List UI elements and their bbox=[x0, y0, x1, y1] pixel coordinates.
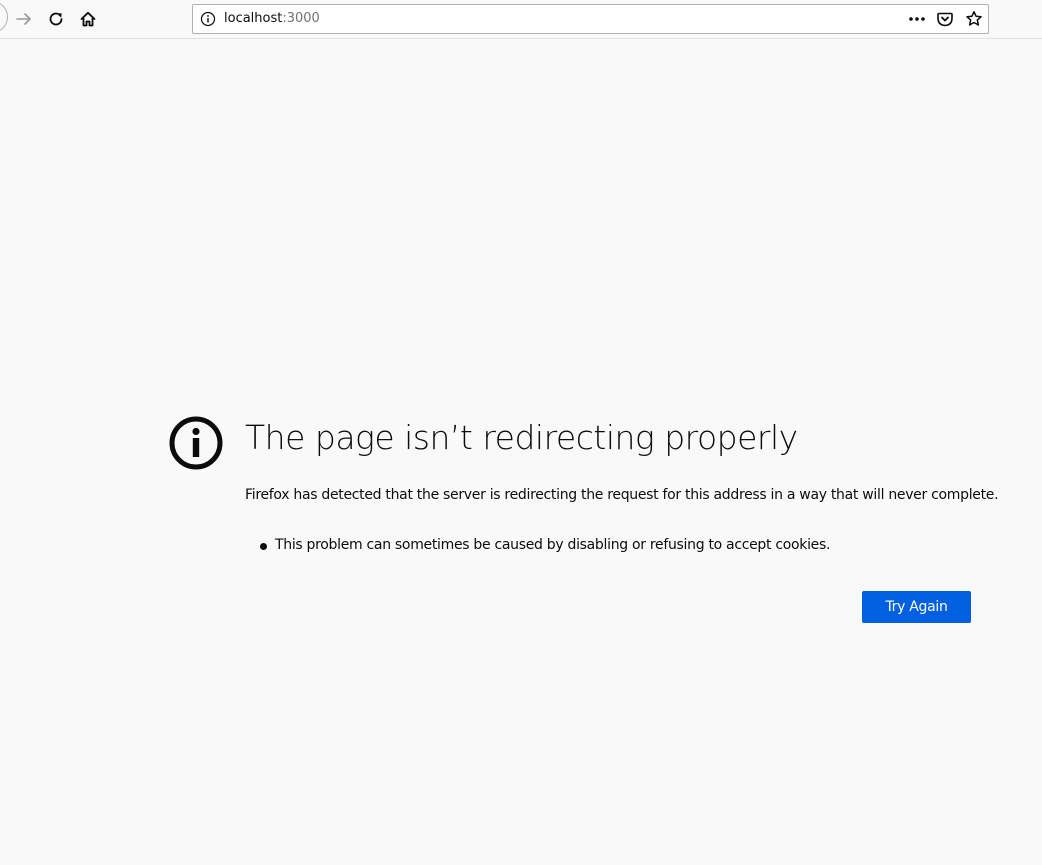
bookmark-star-icon bbox=[966, 11, 982, 26]
url-text[interactable]: localhost:3000 bbox=[224, 11, 320, 26]
list-item: This problem can sometimes be caused by … bbox=[260, 537, 830, 553]
browser-toolbar: localhost:3000 bbox=[0, 0, 1042, 39]
bookmark-button[interactable] bbox=[963, 9, 985, 29]
reload-button[interactable] bbox=[41, 4, 71, 34]
bullet-icon bbox=[260, 543, 267, 550]
url-host: localhost bbox=[224, 11, 283, 26]
more-icon bbox=[909, 17, 925, 21]
info-icon bbox=[169, 416, 223, 470]
error-reason-list: This problem can sometimes be caused by … bbox=[260, 537, 830, 553]
forward-icon bbox=[16, 13, 31, 25]
info-icon[interactable] bbox=[200, 11, 216, 27]
forward-button[interactable] bbox=[9, 4, 39, 34]
pocket-icon bbox=[937, 12, 953, 27]
error-title: The page isn’t redirecting properly bbox=[245, 418, 798, 457]
error-reason-text: This problem can sometimes be caused by … bbox=[275, 537, 831, 553]
reload-icon bbox=[49, 12, 63, 26]
try-again-button[interactable]: Try Again bbox=[862, 591, 971, 623]
back-button[interactable] bbox=[0, 1, 8, 33]
url-bar[interactable]: localhost:3000 bbox=[192, 4, 989, 34]
home-button[interactable] bbox=[73, 4, 103, 34]
page-actions-button[interactable] bbox=[906, 9, 928, 29]
home-icon bbox=[80, 11, 96, 27]
pocket-button[interactable] bbox=[934, 9, 956, 29]
url-port: :3000 bbox=[282, 11, 320, 26]
error-description: Firefox has detected that the server is … bbox=[245, 487, 999, 503]
